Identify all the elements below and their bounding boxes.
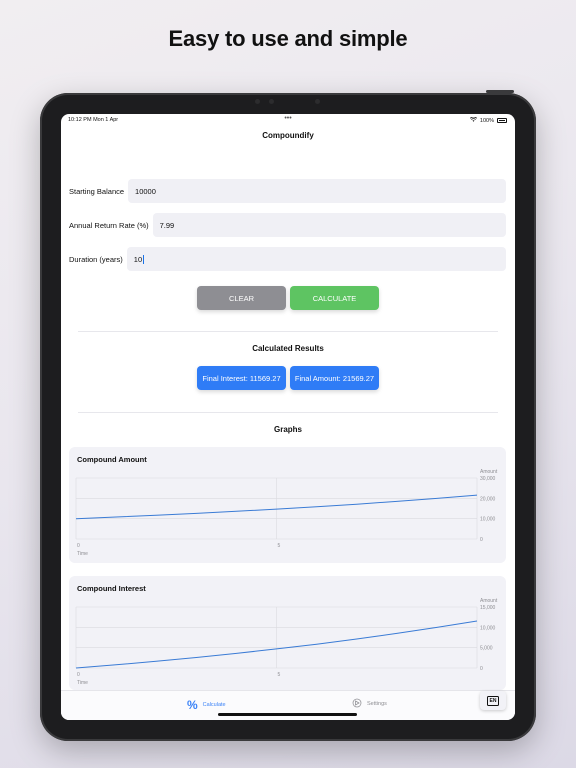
language-button[interactable]: EN xyxy=(480,691,506,710)
home-indicator[interactable] xyxy=(218,713,357,716)
y-tick-label: 0 xyxy=(480,537,483,543)
device-camera-dot xyxy=(255,99,260,104)
tab-settings-label: Settings xyxy=(367,701,387,707)
compound-amount-chart: Amount30,000 20,000 10,000 0 0 5 Time xyxy=(75,469,498,557)
device-camera-dot xyxy=(269,99,274,104)
x-axis-title: Time xyxy=(77,551,88,557)
y-axis-title: Amount xyxy=(480,469,498,475)
y-tick-label: 15,000 xyxy=(480,605,496,611)
starting-balance-label: Starting Balance xyxy=(69,186,125,196)
annual-return-rate-label: Annual Return Rate (%) xyxy=(69,220,149,230)
battery-icon xyxy=(497,118,507,123)
text-cursor xyxy=(142,254,144,264)
y-axis-title: Amount xyxy=(480,598,498,604)
annual-return-rate-row: Annual Return Rate (%) xyxy=(69,213,506,237)
compound-interest-chart-card: Compound Interest Amount 15,000 10,000 5,00… xyxy=(69,576,506,690)
x-tick-label: 0 xyxy=(77,543,80,549)
app-screen: 10:12 PM Mon 1 Apr ••• 100% Compoundify … xyxy=(61,114,515,720)
compound-interest-chart: Amount15,000 10,000 5,000 0 0 5 Time xyxy=(75,598,498,686)
x-axis-title: Time xyxy=(77,680,88,686)
section-divider xyxy=(78,412,498,413)
compound-amount-chart-card: Compound Amount Amount 30,000 20,000 10,000… xyxy=(69,447,506,563)
y-tick-label: 10,000 xyxy=(480,625,496,631)
duration-value: 10 xyxy=(133,254,143,264)
tab-calculate-label: Calculate xyxy=(202,702,226,708)
percent-icon: % xyxy=(187,698,198,712)
wifi-icon xyxy=(469,116,477,124)
battery-percent: 100% xyxy=(479,117,494,124)
x-tick-label: 5 xyxy=(278,543,281,549)
y-tick-label: 0 xyxy=(480,666,483,672)
clear-button[interactable]: CLEAR xyxy=(197,286,286,310)
promo-headline: Easy to use and simple xyxy=(168,26,408,51)
duration-input[interactable]: 10 xyxy=(126,247,506,271)
final-interest-badge: Final Interest: 11569.27 xyxy=(197,366,286,390)
x-tick-label: 0 xyxy=(77,672,80,678)
y-tick-label: 30,000 xyxy=(480,476,496,482)
graphs-title: Graphs xyxy=(273,425,302,434)
language-button-label: EN xyxy=(486,695,500,706)
settings-icon xyxy=(352,698,362,710)
app-title: Compoundify xyxy=(262,131,314,140)
y-tick-label: 5,000 xyxy=(480,646,493,652)
starting-balance-row: Starting Balance xyxy=(69,179,506,203)
device-top-button xyxy=(486,90,514,93)
tab-calculate[interactable]: % Calculate xyxy=(187,698,226,712)
device-camera-dot xyxy=(315,99,320,104)
multitasking-dots-icon[interactable]: ••• xyxy=(61,115,515,122)
annual-return-rate-input[interactable] xyxy=(152,213,506,237)
y-tick-label: 20,000 xyxy=(480,496,496,502)
starting-balance-input[interactable] xyxy=(128,179,506,203)
tab-settings[interactable]: Settings xyxy=(352,698,387,710)
results-title: Calculated Results xyxy=(252,344,324,353)
section-divider xyxy=(78,331,498,332)
calculate-button[interactable]: CALCULATE xyxy=(290,286,379,310)
y-tick-label: 10,000 xyxy=(480,517,496,523)
status-bar: 10:12 PM Mon 1 Apr ••• 100% xyxy=(61,115,515,127)
x-tick-label: 5 xyxy=(278,672,281,678)
duration-row: Duration (years) 10 xyxy=(69,247,506,271)
duration-label: Duration (years) xyxy=(69,254,123,264)
final-amount-badge: Final Amount: 21569.27 xyxy=(290,366,379,390)
tablet-device-frame: 10:12 PM Mon 1 Apr ••• 100% Compoundify … xyxy=(40,90,536,741)
